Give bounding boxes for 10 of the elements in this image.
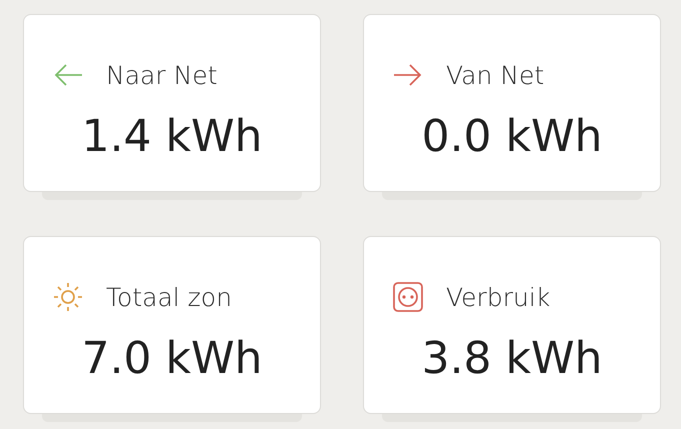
tile-label: Van Net <box>446 62 544 88</box>
tile-label: Verbruik <box>446 284 550 310</box>
energy-value: 1.4 kWh <box>80 115 264 159</box>
energy-value: 3.8 kWh <box>420 337 604 381</box>
power-socket-icon <box>392 281 424 313</box>
energy-value: 7.0 kWh <box>80 337 264 381</box>
tile-label: Totaal zon <box>106 284 232 310</box>
sun-icon <box>52 281 84 313</box>
tile-label: Naar Net <box>106 62 218 88</box>
energy-value: 0.0 kWh <box>420 115 604 159</box>
